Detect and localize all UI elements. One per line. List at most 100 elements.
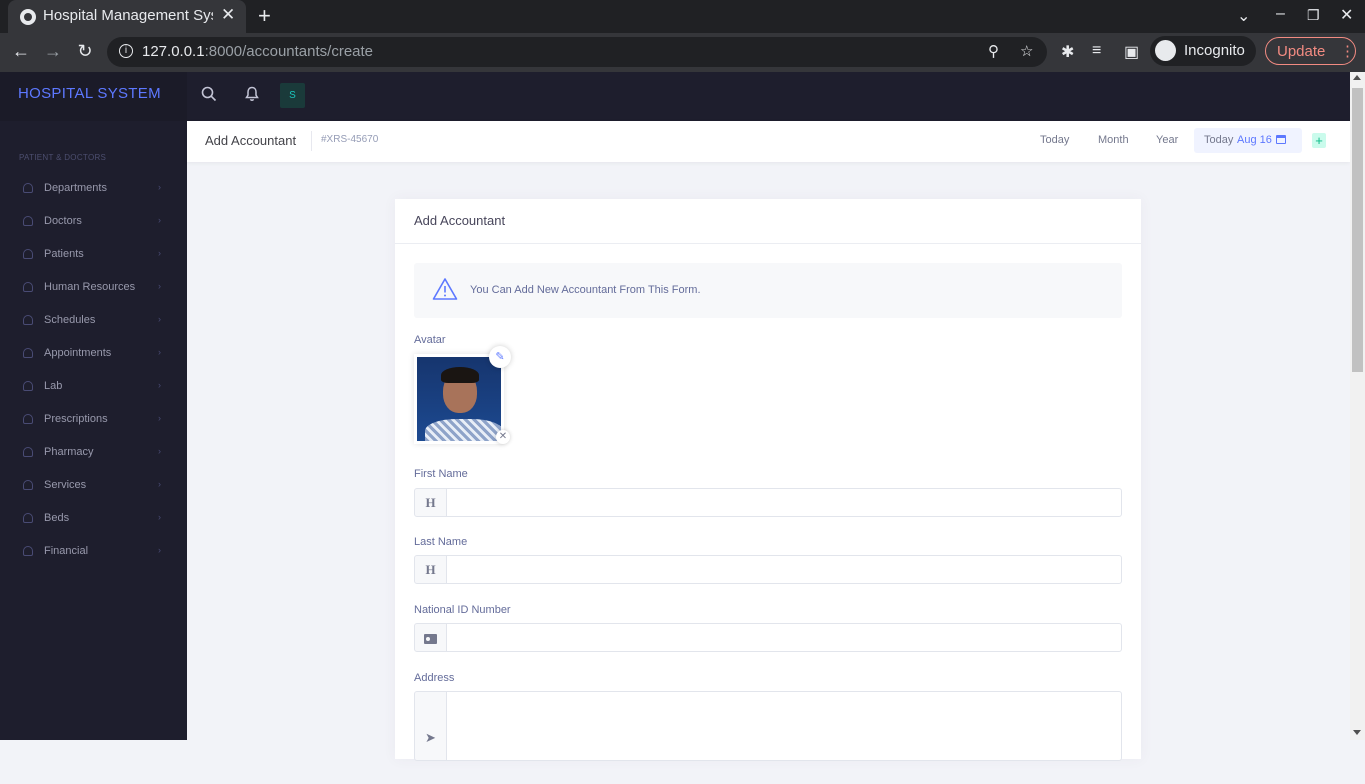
search-icon[interactable]	[201, 86, 217, 102]
scrollbar-thumb[interactable]	[1352, 88, 1363, 372]
menu-item-icon	[23, 282, 33, 292]
sidebar-item-label: Lab	[44, 380, 63, 392]
sidebar-item-financial[interactable]: Financial ›	[0, 535, 187, 568]
sidebar-item-label: Doctors	[44, 215, 82, 227]
subheader-separator	[311, 131, 312, 151]
pencil-icon[interactable]: ✎	[489, 346, 511, 368]
sidebar-item-pharmacy[interactable]: Pharmacy ›	[0, 436, 187, 469]
chevron-right-icon: ›	[158, 281, 161, 291]
globe-icon	[20, 9, 36, 25]
menu-item-icon	[23, 414, 33, 424]
info-icon[interactable]: i	[119, 44, 133, 58]
last-name-group: H	[414, 555, 1122, 584]
minimize-icon[interactable]: –	[1276, 5, 1285, 23]
sidebar-item-services[interactable]: Services ›	[0, 469, 187, 502]
menu-item-icon	[23, 447, 33, 457]
url-path: :8000/accountants/create	[204, 43, 374, 60]
sidebar-item-human-resources[interactable]: Human Resources ›	[0, 271, 187, 304]
sidebar-item-lab[interactable]: Lab ›	[0, 370, 187, 403]
browser-tab[interactable]: Hospital Management System ✕	[8, 0, 246, 33]
scroll-up-icon[interactable]	[1353, 75, 1361, 80]
avatar-label: Avatar	[414, 334, 446, 346]
sidebar-item-beds[interactable]: Beds ›	[0, 502, 187, 535]
bookmark-star-icon[interactable]: ☆	[1020, 42, 1033, 60]
record-code: #XRS-45670	[321, 134, 379, 145]
sidebar-item-label: Departments	[44, 182, 107, 194]
app-topbar: S	[187, 72, 1350, 121]
chevron-right-icon: ›	[158, 215, 161, 225]
menu-item-icon	[23, 546, 33, 556]
sidebar-menu: Departments › Doctors › Patients › Human Re…	[0, 172, 187, 568]
menu-item-icon	[23, 480, 33, 490]
url-text[interactable]: 127.0.0.1:8000/accountants/create	[142, 43, 373, 60]
restore-icon[interactable]: ❐	[1307, 7, 1320, 24]
first-name-input[interactable]	[446, 488, 1122, 517]
tab-close-icon[interactable]: ✕	[221, 5, 235, 25]
menu-item-icon	[23, 381, 33, 391]
sidebar-item-label: Services	[44, 479, 87, 491]
sidebar-section-title: PATIENT & DOCTORS	[19, 153, 107, 162]
incognito-icon	[1155, 40, 1176, 61]
chevron-right-icon: ›	[158, 413, 161, 423]
sidebar-item-appointments[interactable]: Appointments ›	[0, 337, 187, 370]
forward-arrow-icon[interactable]: →	[42, 41, 64, 62]
url-host: 127.0.0.1	[142, 43, 205, 60]
card-header: Add Accountant	[395, 199, 1141, 244]
address-label: Address	[414, 672, 455, 684]
reading-list-icon[interactable]: ≡	[1092, 42, 1101, 60]
sidebar-item-schedules[interactable]: Schedules ›	[0, 304, 187, 337]
address-bar[interactable]: i 127.0.0.1:8000/accountants/create ⚲ ☆	[107, 37, 1047, 67]
user-avatar[interactable]: S	[280, 83, 305, 108]
sidebar-item-label: Pharmacy	[44, 446, 94, 458]
sidebar-item-label: Patients	[44, 248, 84, 260]
avatar-image	[414, 354, 504, 444]
chevron-right-icon: ›	[158, 248, 161, 258]
filter-month-link[interactable]: Month	[1098, 134, 1129, 146]
sidebar-item-patients[interactable]: Patients ›	[0, 238, 187, 271]
extensions-icon[interactable]: ✱	[1061, 42, 1074, 62]
remove-avatar-icon[interactable]: ✕	[496, 430, 510, 444]
page-title: Add Accountant	[205, 133, 297, 148]
address-input[interactable]	[446, 691, 1122, 761]
more-menu-icon[interactable]: ⋮	[1340, 42, 1355, 60]
info-alert: You Can Add New Accountant From This For…	[414, 263, 1122, 318]
filter-year-link[interactable]: Year	[1156, 134, 1178, 146]
menu-item-icon	[23, 348, 33, 358]
incognito-label: Incognito	[1184, 42, 1245, 59]
national-id-input[interactable]	[446, 623, 1122, 652]
menu-item-icon	[23, 216, 33, 226]
last-name-input[interactable]	[446, 555, 1122, 584]
date-picker-button[interactable]: Today Aug 16	[1194, 128, 1302, 153]
location-arrow-icon: ➤	[414, 691, 447, 761]
sidebar-item-label: Schedules	[44, 314, 96, 326]
sidebar-item-label: Appointments	[44, 347, 112, 359]
side-panel-icon[interactable]: ▣	[1124, 42, 1139, 62]
close-window-icon[interactable]: ✕	[1340, 5, 1353, 25]
brand-name[interactable]: HOSPITAL SYSTEM	[18, 85, 161, 102]
sidebar-item-doctors[interactable]: Doctors ›	[0, 205, 187, 238]
form-card: Add Accountant You Can Add New Accountan…	[395, 199, 1141, 761]
zoom-icon[interactable]: ⚲	[988, 42, 999, 60]
subheader: Add Accountant #XRS-45670 Today Month Ye…	[187, 121, 1350, 162]
page-scrollbar[interactable]	[1350, 72, 1365, 740]
heading-icon: H	[414, 488, 447, 517]
heading-icon: H	[414, 555, 447, 584]
sidebar-item-prescriptions[interactable]: Prescriptions ›	[0, 403, 187, 436]
reload-icon[interactable]: ↻	[74, 41, 96, 62]
id-card-icon	[414, 623, 447, 652]
chevron-right-icon: ›	[158, 182, 161, 192]
chevron-right-icon: ›	[158, 347, 161, 357]
menu-item-icon	[23, 315, 33, 325]
quick-add-button[interactable]: +	[1312, 133, 1326, 148]
new-tab-button[interactable]: +	[258, 3, 271, 29]
filter-today-link[interactable]: Today	[1040, 134, 1069, 146]
scroll-down-icon[interactable]	[1353, 730, 1361, 735]
national-id-label: National ID Number	[414, 604, 511, 616]
update-button[interactable]: Update ⋮	[1265, 37, 1356, 65]
bell-icon[interactable]	[244, 86, 260, 102]
incognito-badge[interactable]: Incognito	[1150, 36, 1256, 66]
chevron-down-icon[interactable]: ⌄	[1237, 6, 1250, 26]
sidebar-item-departments[interactable]: Departments ›	[0, 172, 187, 205]
back-arrow-icon[interactable]: ←	[10, 41, 32, 62]
update-label: Update	[1277, 43, 1326, 60]
